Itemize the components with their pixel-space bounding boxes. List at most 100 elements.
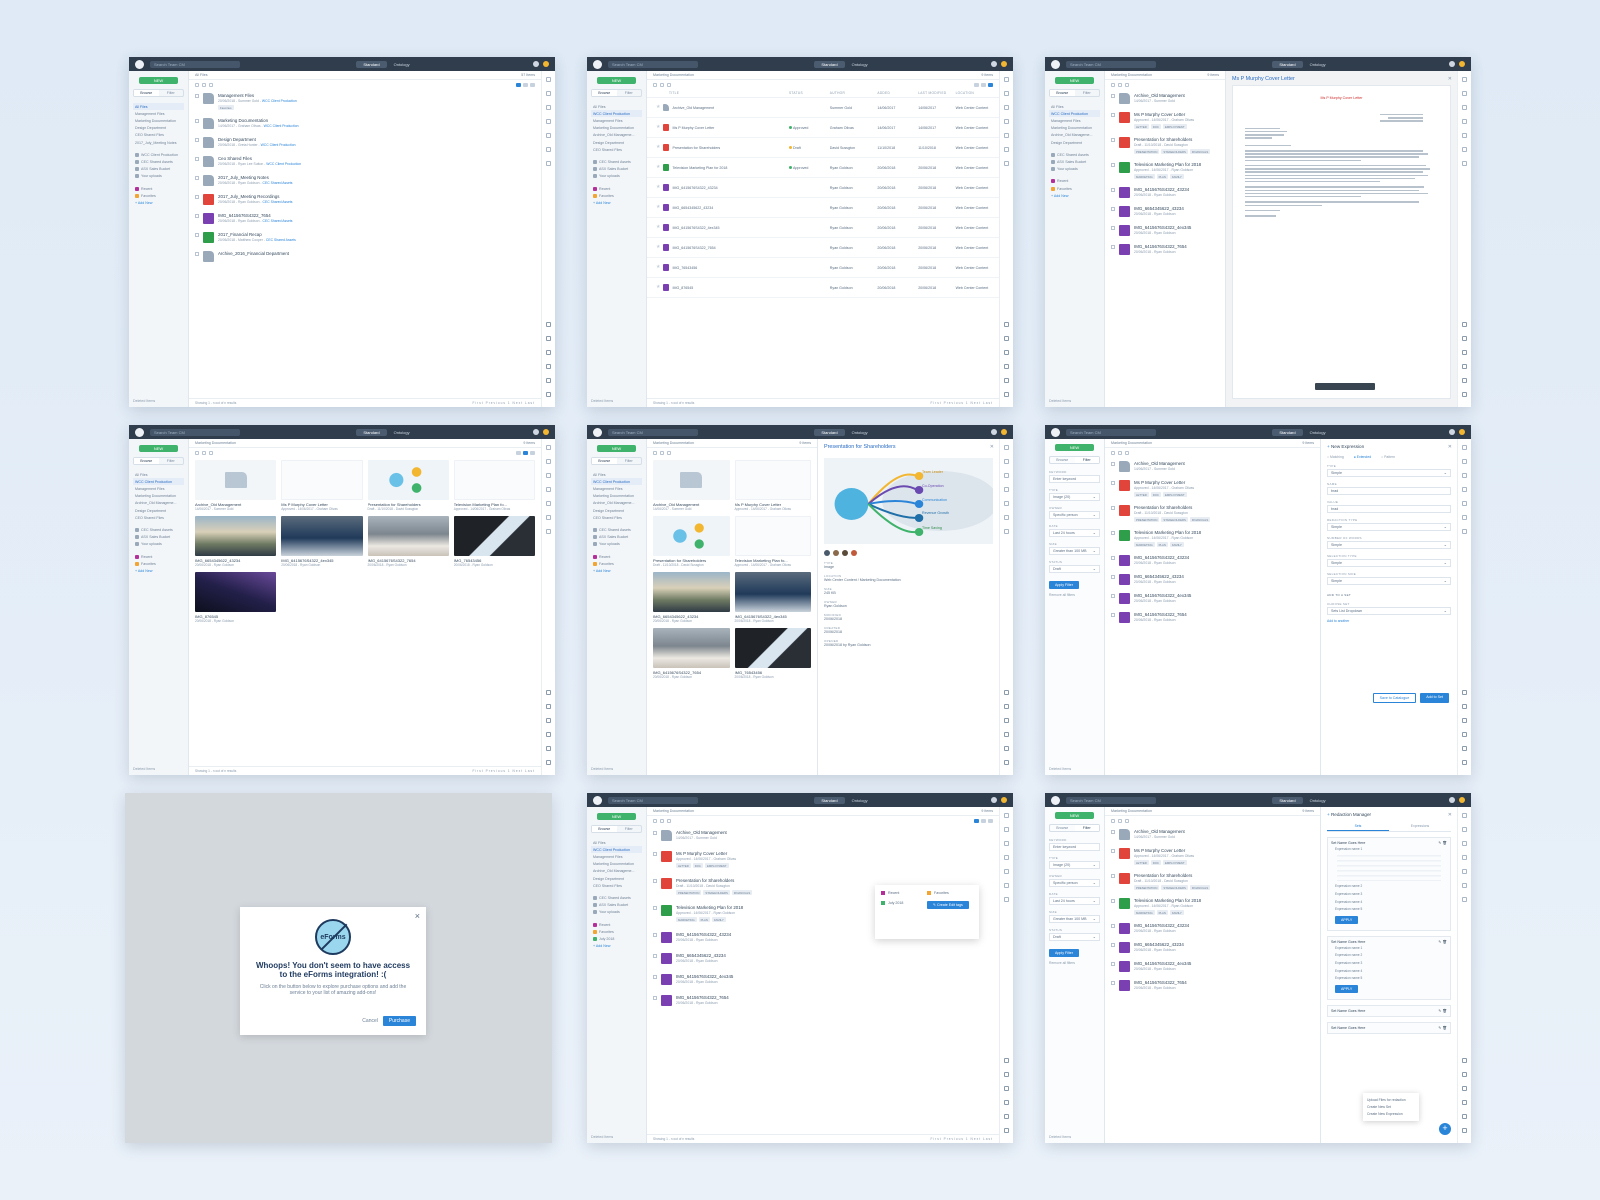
download-icon[interactable] xyxy=(209,450,213,455)
sidebar-item[interactable]: Marketing Documentation xyxy=(1049,125,1100,132)
tag[interactable]: STAKEHOLDERS xyxy=(1161,517,1188,522)
sidebar-item[interactable]: Design Department xyxy=(591,139,642,146)
tag-icon[interactable] xyxy=(1462,883,1467,888)
sidebar-item[interactable]: Your uploads xyxy=(1049,166,1100,173)
create-tags-button[interactable]: ✎ Create Edit tags xyxy=(927,901,969,910)
item-checkbox[interactable] xyxy=(1111,113,1115,117)
sidebar-item[interactable]: ASX Sales Bucket xyxy=(133,166,184,173)
tag[interactable]: EMPLOYMENT xyxy=(1162,124,1187,129)
item-checkbox[interactable] xyxy=(195,94,199,98)
file-title[interactable]: IMG_6415676S4322_4ex345 xyxy=(672,226,719,230)
browse-tab[interactable]: Browse xyxy=(1050,90,1075,96)
sidebar-item[interactable]: Management Files xyxy=(1049,117,1100,124)
item-title[interactable]: Television Marketing Plan for 2018 xyxy=(676,905,743,910)
workflow-icon[interactable] xyxy=(1462,364,1467,369)
share-icon[interactable] xyxy=(1004,77,1009,82)
list-item[interactable]: IMG_6415676S4322_4ex345 20/06/2018 - Ryan… xyxy=(647,969,999,990)
item-checkbox[interactable] xyxy=(653,996,657,1000)
grid-card[interactable]: Presentation for Shareholders Draft - 11/… xyxy=(653,516,730,567)
star-icon[interactable]: ★ xyxy=(656,205,660,210)
tag-icon[interactable] xyxy=(1004,147,1009,152)
grid-view-icon[interactable] xyxy=(981,82,986,87)
item-title[interactable]: IMG_6654345622_43234 xyxy=(1134,574,1184,579)
workflow-icon[interactable] xyxy=(1462,732,1467,737)
file-title[interactable]: IMG_76543456 xyxy=(672,266,697,270)
tag[interactable]: FINANCIALS xyxy=(1189,149,1211,154)
bot-icon[interactable] xyxy=(1004,1128,1009,1133)
table-row[interactable]: ★ IMG_876545 Ryan Goldson 20/06/2018 20/06/2… xyxy=(647,278,999,298)
table-row[interactable]: ★ IMG_6654345622_43234 Ryan Goldson 20/06/2… xyxy=(647,198,999,218)
browse-tab[interactable]: Browse xyxy=(134,458,159,464)
bot-icon[interactable] xyxy=(1462,760,1467,765)
item-checkbox[interactable] xyxy=(1111,613,1115,617)
item-title[interactable]: Archive_2016_Financial Department xyxy=(218,251,289,256)
new-button[interactable]: NEW xyxy=(1055,77,1094,84)
edit-icon[interactable] xyxy=(1004,473,1009,478)
file-title[interactable]: Ms P Murphy Cover Letter xyxy=(672,126,714,130)
star-icon[interactable]: ★ xyxy=(656,105,660,110)
sidebar-item[interactable]: CEC Shared Assets xyxy=(1049,151,1100,158)
tag[interactable]: FINANCIALS xyxy=(1189,517,1211,522)
sidebar-item[interactable]: July 2018 xyxy=(591,935,642,942)
delete-icon[interactable] xyxy=(1462,869,1467,874)
sidebar-item[interactable]: Marketing Documentation xyxy=(591,125,642,132)
sidebar-item[interactable]: Management Files xyxy=(133,485,184,492)
list-item[interactable]: Ms P Murphy Cover Letter Approved - 14/06… xyxy=(1105,476,1320,501)
file-title[interactable]: Presentation for Shareholders xyxy=(672,146,720,150)
grid-card[interactable]: Ms P Murphy Cover Letter Approved - 14/06… xyxy=(734,460,811,511)
breadcrumb[interactable]: Marketing Documentation xyxy=(1111,73,1152,77)
app-logo-icon[interactable] xyxy=(1051,427,1060,437)
sidebar-item[interactable]: Your uploads xyxy=(591,909,642,916)
copy-icon[interactable] xyxy=(1004,487,1009,492)
sidebar-item[interactable]: CEC Shared Assets xyxy=(591,158,642,165)
item-location-link[interactable]: WCC Client Production xyxy=(264,124,299,128)
list-item[interactable]: IMG_6654345622_43234 20/06/2018 - Ryan Go… xyxy=(647,948,999,969)
sign-icon[interactable] xyxy=(1462,336,1467,341)
ontology-view-button[interactable]: Ontology xyxy=(387,61,417,68)
share-icon[interactable] xyxy=(1004,813,1009,818)
add-fab-button[interactable]: + xyxy=(1439,1123,1451,1135)
sidebar-item[interactable]: Archive_Old Manageme... xyxy=(1049,132,1100,139)
item-checkbox[interactable] xyxy=(1111,207,1115,211)
grid-card[interactable]: IMG_6415676S4322_4ex345 20/06/2018 - Ryan… xyxy=(281,516,363,567)
grid-card[interactable]: IMG_6415676S4322_7654 20/06/2018 - Ryan G… xyxy=(367,516,449,567)
bell-icon[interactable] xyxy=(991,61,997,67)
item-checkbox[interactable] xyxy=(1111,506,1115,510)
download-icon[interactable] xyxy=(667,818,671,823)
browse-tab[interactable]: Browse xyxy=(1050,457,1075,463)
item-title[interactable]: 2017_Financial Recap xyxy=(218,232,296,237)
edit-icon[interactable] xyxy=(1462,841,1467,846)
item-checkbox[interactable] xyxy=(653,906,657,910)
tag[interactable]: DOC xyxy=(1150,124,1161,129)
thumbnail[interactable] xyxy=(734,460,811,500)
ontology-view-button[interactable]: Ontology xyxy=(845,429,875,436)
delete-icon[interactable] xyxy=(546,133,551,138)
tag[interactable]: MARKETING xyxy=(676,917,697,922)
column-header[interactable]: ADDED xyxy=(877,91,918,95)
sidebar-item[interactable]: Management Files xyxy=(133,110,184,117)
breadcrumb[interactable]: All Files xyxy=(195,73,208,77)
search-input[interactable]: Search Team CM xyxy=(608,428,698,436)
redaction-set[interactable]: Set Name Goes Here ✎ 🗑 Expression name 1 … xyxy=(1327,935,1451,1000)
table-row[interactable]: ★ Ms P Murphy Cover Letter Approved Graham … xyxy=(647,118,999,138)
thumbnail[interactable] xyxy=(281,460,363,500)
search-input[interactable]: Search Team CM xyxy=(608,60,698,68)
edit-icon[interactable] xyxy=(1462,105,1467,110)
item-checkbox[interactable] xyxy=(1111,138,1115,142)
delete-icon[interactable] xyxy=(1462,133,1467,138)
ontology-view-button[interactable]: Ontology xyxy=(845,797,875,804)
item-checkbox[interactable] xyxy=(1111,899,1115,903)
share-icon[interactable] xyxy=(1462,813,1467,818)
download-icon[interactable] xyxy=(1462,91,1467,96)
sidebar-item[interactable]: Your uploads xyxy=(591,541,642,548)
workflow-icon[interactable] xyxy=(1004,732,1009,737)
list-view-icon[interactable] xyxy=(974,82,979,87)
close-icon[interactable]: × xyxy=(415,911,420,921)
sidebar-item[interactable]: Management Files xyxy=(591,485,642,492)
list-item[interactable]: IMG_6415676S4322_4ex345 20/06/2018 - Ryan… xyxy=(1105,957,1320,976)
deleted-items-link[interactable]: Deleted Items xyxy=(1049,767,1071,771)
sidebar-item[interactable]: Recent xyxy=(133,185,184,192)
list-view-icon[interactable] xyxy=(974,818,979,823)
file-title[interactable]: IMG_876545 xyxy=(672,286,693,290)
eforms-icon[interactable] xyxy=(1462,718,1467,723)
